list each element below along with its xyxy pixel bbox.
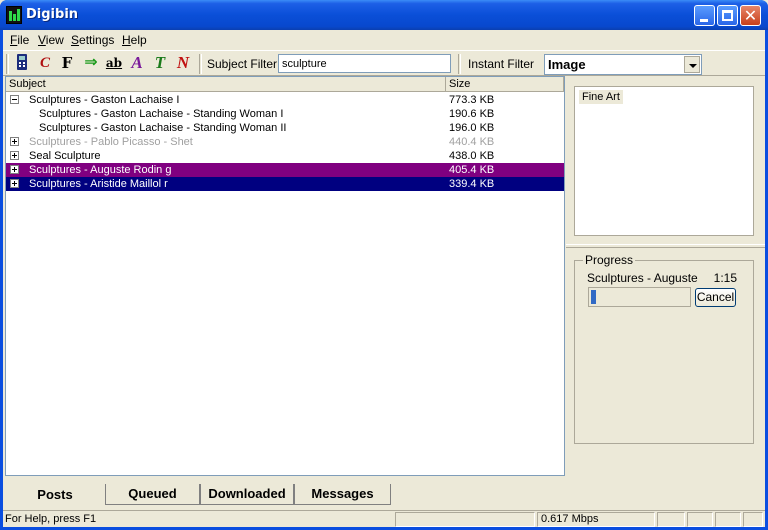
row-subject: Sculptures - Gaston Lachaise - Standing … xyxy=(39,108,284,120)
expand-icon[interactable] xyxy=(10,165,19,174)
table-row[interactable]: Sculptures - Gaston Lachaise - Standing … xyxy=(6,107,564,121)
menu-settings[interactable]: Settings xyxy=(71,33,114,47)
toolbar-grip[interactable] xyxy=(6,54,9,74)
title-bar[interactable]: Digibin ✕ xyxy=(0,0,768,30)
subject-filter-label: Subject Filter: xyxy=(207,57,281,71)
progress-panel: Progress Sculptures - Auguste 1:15 Cance… xyxy=(574,253,754,444)
row-subject: Sculptures - Pablo Picasso - Shet xyxy=(29,136,193,148)
status-pane xyxy=(395,512,535,527)
tab-downloaded[interactable]: Downloaded xyxy=(200,484,294,505)
close-icon: ✕ xyxy=(743,6,758,25)
toolbar: C F ⇒ ab A T N Subject Filter: Instant F… xyxy=(3,50,765,76)
scissors-icon[interactable]: ab xyxy=(104,53,124,73)
client-area: File View Settings Help C F ⇒ ab A T N S… xyxy=(3,30,765,527)
category-item[interactable]: Fine Art xyxy=(579,90,623,104)
status-pane xyxy=(657,512,685,527)
toolbar-grip[interactable] xyxy=(199,54,202,74)
row-size: 438.0 KB xyxy=(449,150,495,162)
row-size: 440.4 KB xyxy=(449,136,495,148)
subject-filter-input[interactable] xyxy=(278,54,451,73)
status-speed: 0.617 Mbps xyxy=(537,512,655,527)
progress-legend: Progress xyxy=(583,253,636,267)
table-row[interactable]: Sculptures - Aristide Maillol r 339.4 KB xyxy=(6,177,564,191)
view-tabs: Posts Queued Downloaded Messages xyxy=(5,480,565,508)
column-size[interactable]: Size xyxy=(446,77,564,92)
minimize-button[interactable] xyxy=(694,5,715,26)
digibin-app-icon xyxy=(6,6,22,24)
status-pane xyxy=(687,512,713,527)
window-title: Digibin xyxy=(26,7,79,22)
progress-bar xyxy=(588,287,691,307)
type-filter-select[interactable]: Image xyxy=(544,54,702,75)
status-pane xyxy=(715,512,741,527)
right-pane: Fine Art Progress Sculptures - Auguste 1… xyxy=(566,76,765,508)
category-list[interactable]: Fine Art xyxy=(574,86,754,236)
row-subject: Seal Sculpture xyxy=(29,150,101,162)
table-row[interactable]: Sculptures - Gaston Lachaise - Standing … xyxy=(6,121,564,135)
tab-queued[interactable]: Queued xyxy=(105,484,200,505)
n-icon[interactable]: N xyxy=(173,53,193,73)
arrow-right-icon[interactable]: ⇒ xyxy=(81,53,101,73)
column-subject[interactable]: Subject xyxy=(6,77,446,92)
cancel-button[interactable]: Cancel xyxy=(695,288,736,307)
menu-bar: File View Settings Help xyxy=(3,30,765,49)
instant-filter-label: Instant Filter xyxy=(468,57,535,71)
row-subject: Sculptures - Gaston Lachaise I xyxy=(29,94,180,106)
posts-list[interactable]: Subject Size Sculptures - Gaston Lachais… xyxy=(5,76,565,476)
tab-messages[interactable]: Messages xyxy=(294,484,391,505)
row-subject: Sculptures - Auguste Rodin g xyxy=(29,164,172,176)
pane-splitter[interactable] xyxy=(566,244,765,248)
list-header: Subject Size xyxy=(6,77,564,92)
c-icon[interactable]: C xyxy=(35,53,55,73)
minimize-icon xyxy=(700,19,708,22)
app-window: Digibin ✕ File View Settings Help C F ⇒ … xyxy=(0,0,768,530)
row-size: 339.4 KB xyxy=(449,178,495,190)
expand-icon[interactable] xyxy=(10,151,19,160)
chevron-down-icon[interactable] xyxy=(684,56,700,73)
f-icon[interactable]: F xyxy=(57,53,77,73)
t-icon[interactable]: T xyxy=(150,53,170,73)
size-grip[interactable] xyxy=(743,512,763,527)
row-size: 773.3 KB xyxy=(449,94,495,106)
row-subject: Sculptures - Gaston Lachaise - Standing … xyxy=(39,122,287,134)
table-row[interactable]: Sculptures - Gaston Lachaise I 773.3 KB xyxy=(6,93,564,107)
maximize-icon xyxy=(722,10,733,21)
close-button[interactable]: ✕ xyxy=(740,5,761,26)
progress-item-name: Sculptures - Auguste xyxy=(587,271,698,285)
expand-icon[interactable] xyxy=(10,179,19,188)
progress-bar-fill xyxy=(591,290,596,304)
status-bar: For Help, press F1 0.617 Mbps xyxy=(3,510,765,527)
collapse-icon[interactable] xyxy=(10,95,19,104)
expand-icon[interactable] xyxy=(10,137,19,146)
row-size: 190.6 KB xyxy=(449,108,495,120)
type-filter-value: Image xyxy=(548,57,586,72)
table-row[interactable]: Sculptures - Auguste Rodin g 405.4 KB xyxy=(6,163,564,177)
table-row[interactable]: Seal Sculpture 438.0 KB xyxy=(6,149,564,163)
table-row[interactable]: Sculptures - Pablo Picasso - Shet 440.4 … xyxy=(6,135,564,149)
row-size: 196.0 KB xyxy=(449,122,495,134)
list-rows: Sculptures - Gaston Lachaise I 773.3 KB … xyxy=(6,93,564,191)
menu-view[interactable]: View xyxy=(38,33,64,47)
row-subject: Sculptures - Aristide Maillol r xyxy=(29,178,168,190)
menu-help[interactable]: Help xyxy=(122,33,147,47)
row-size: 405.4 KB xyxy=(449,164,495,176)
status-help-text: For Help, press F1 xyxy=(5,513,97,525)
toolbar-grip[interactable] xyxy=(458,54,461,74)
progress-time: 1:15 xyxy=(713,271,737,285)
phone-icon[interactable] xyxy=(12,53,32,73)
tab-posts[interactable]: Posts xyxy=(5,480,105,506)
a-icon[interactable]: A xyxy=(127,53,147,73)
maximize-button[interactable] xyxy=(717,5,738,26)
menu-file[interactable]: File xyxy=(10,33,29,47)
